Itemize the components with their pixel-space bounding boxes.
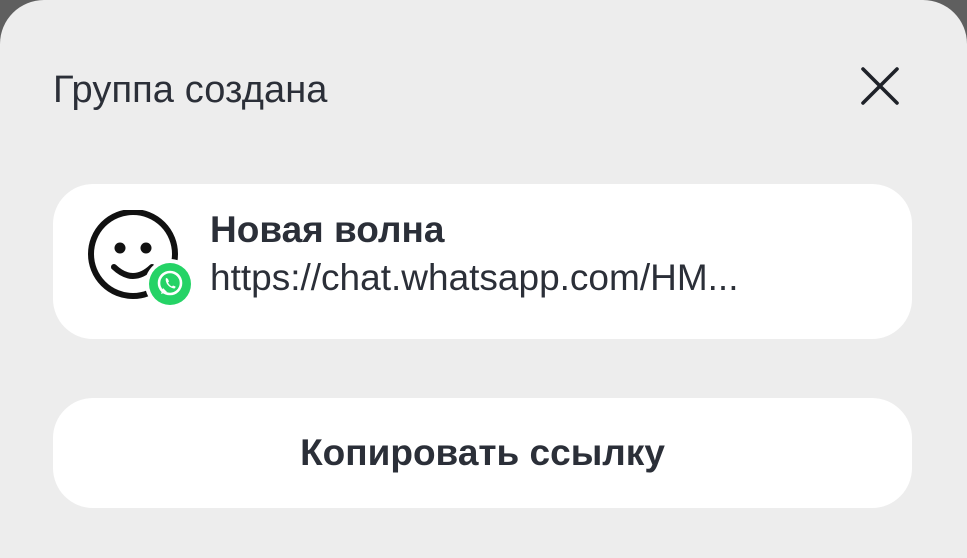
close-icon [861, 67, 899, 105]
copy-link-button-label: Копировать ссылку [300, 432, 665, 473]
dialog-title: Группа создана [53, 69, 328, 111]
group-avatar [87, 209, 197, 310]
group-created-dialog: Группа создана Новая волна https://chat.… [0, 0, 967, 558]
copy-link-button[interactable]: Копировать ссылку [53, 398, 912, 508]
group-card[interactable]: Новая волна https://chat.whatsapp.com/HM… [53, 184, 912, 339]
whatsapp-icon [145, 259, 195, 309]
group-name: Новая волна [210, 209, 445, 250]
close-button[interactable] [852, 58, 908, 114]
group-link[interactable]: https://chat.whatsapp.com/HM... [210, 256, 880, 300]
